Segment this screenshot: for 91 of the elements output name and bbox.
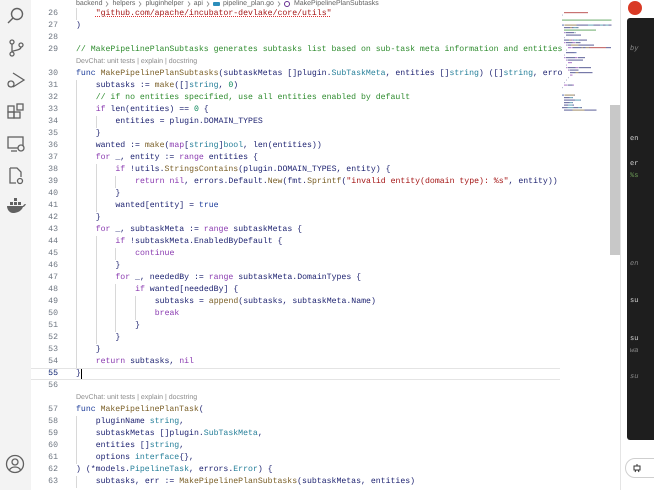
code-line: return nil, errors.Default.New(fmt.Sprintf("invalid entity(domain type): %s", entity)) xyxy=(135,176,558,188)
account-icon[interactable] xyxy=(5,454,25,474)
line-number: 63 xyxy=(47,476,58,488)
chat-action-button[interactable] xyxy=(625,458,654,478)
file-icon xyxy=(212,1,220,7)
line-number: 47 xyxy=(47,272,58,284)
line-number: 39 xyxy=(47,176,58,188)
code-line: for _, entity := range entities { xyxy=(96,152,258,164)
code-line: } xyxy=(115,260,120,272)
code-line: break xyxy=(154,308,180,320)
line-number: 36 xyxy=(47,140,58,152)
line-number: 57 xyxy=(47,404,58,416)
line-number: 58 xyxy=(47,416,58,428)
line-number: 53 xyxy=(47,344,58,356)
code-line: for _, subtaskMeta := range subtaskMetas { xyxy=(96,224,302,236)
line-number: 56 xyxy=(47,380,58,392)
remote-explorer-icon[interactable] xyxy=(6,134,26,154)
chevron-icon xyxy=(105,1,110,7)
code-line: ) (*models.PipelineTask, errors.Error) { xyxy=(76,464,273,476)
line-number: 27 xyxy=(47,20,58,32)
code-line: subtasks := make([]string, 0) xyxy=(96,80,238,92)
code-line: options interface{}, xyxy=(96,452,194,464)
line-number: 49 xyxy=(47,296,58,308)
line-number: 35 xyxy=(47,128,58,140)
line-number: 29 xyxy=(47,44,58,56)
code-line: entities = plugin.DOMAIN_TYPES xyxy=(115,116,263,128)
line-number: 30 xyxy=(47,68,58,80)
code-line: subtaskMetas []plugin.SubTaskMeta, xyxy=(96,428,263,440)
line-number: 32 xyxy=(47,92,58,104)
code-line: "github.com/apache/incubator-devlake/core/utils" xyxy=(96,8,332,20)
line-number: 28 xyxy=(47,32,58,44)
line-number: 48 xyxy=(47,284,58,296)
code-line: } xyxy=(96,344,101,356)
code-line: // if no entities specified, use all entities enabled by default xyxy=(96,92,410,104)
line-number: 26 xyxy=(47,8,58,20)
code-line: if wanted[neededBy] { xyxy=(135,284,238,296)
line-number: 33 xyxy=(47,104,58,116)
line-number: 42 xyxy=(47,212,58,224)
line-number: 41 xyxy=(47,200,58,212)
run-debug-icon[interactable] xyxy=(6,70,26,90)
line-number: 40 xyxy=(47,188,58,200)
line-number: 61 xyxy=(47,452,58,464)
line-number: 31 xyxy=(47,80,58,92)
code-line: } xyxy=(96,128,101,140)
line-number: 59 xyxy=(47,428,58,440)
code-line: return subtasks, nil xyxy=(96,356,194,368)
code-line: } xyxy=(135,320,140,332)
whale-icon[interactable] xyxy=(6,198,26,214)
code-line: } xyxy=(115,188,120,200)
chevron-icon xyxy=(186,1,191,7)
code-line: } xyxy=(76,368,81,380)
code-line: } xyxy=(96,212,101,224)
code-line: wanted[entity] = true xyxy=(115,200,219,212)
chevron-icon xyxy=(276,1,281,7)
robot-icon xyxy=(632,463,642,473)
line-number: 62 xyxy=(47,464,58,476)
symbol-icon xyxy=(284,1,291,7)
line-number: 44 xyxy=(47,236,58,248)
code-line: ) xyxy=(76,20,81,32)
line-number: 46 xyxy=(47,260,58,272)
line-number: 55 xyxy=(47,368,58,380)
logo-icon xyxy=(628,1,642,15)
code-line: subtasks, err := MakePipelinePlanSubtasks(subtaskMetas, entities) xyxy=(96,476,416,488)
code-line: continue xyxy=(135,248,174,260)
code-line: if !subtaskMeta.EnabledByDefault { xyxy=(115,236,282,248)
chevron-icon xyxy=(138,1,142,7)
code-line: // MakePipelinePlanSubtasks generates subtasks list based on sub-task meta information and entities xyxy=(76,44,562,56)
code-line: for _, neededBy := range subtaskMeta.DomainTypes { xyxy=(115,272,362,284)
code-line: entities []string, xyxy=(96,440,184,452)
line-number: 38 xyxy=(47,164,58,176)
code-line: } xyxy=(115,332,120,344)
line-number: 34 xyxy=(47,116,58,128)
code-line: func MakePipelinePlanSubtasks(subtaskMetas []plugin.SubTaskMeta, entities []string) ([]string, erro xyxy=(76,68,562,80)
line-number: 50 xyxy=(47,308,58,320)
line-number: 54 xyxy=(47,356,58,368)
chevron-icon xyxy=(206,1,210,7)
search-icon[interactable] xyxy=(6,6,26,26)
line-number: 51 xyxy=(47,320,58,332)
line-number: 43 xyxy=(47,224,58,236)
code-line: if !utils.StringsContains(plugin.DOMAIN_TYPES, entity) { xyxy=(115,164,391,176)
code-line: wanted := make(map[string]bool, len(entities)) xyxy=(96,140,322,152)
code-line: if len(entities) == 0 { xyxy=(96,104,209,116)
code-line: func MakePipelinePlanTask( xyxy=(76,404,204,416)
scrollbar-thumb[interactable] xyxy=(610,105,620,255)
line-number: 37 xyxy=(47,152,58,164)
line-number: 60 xyxy=(47,440,58,452)
line-number: 52 xyxy=(47,332,58,344)
code-line: pluginName string, xyxy=(96,416,184,428)
line-number: 45 xyxy=(47,248,58,260)
text-cursor xyxy=(80,369,82,379)
code-line: subtasks = append(subtasks, subtaskMeta.Name) xyxy=(154,296,376,308)
